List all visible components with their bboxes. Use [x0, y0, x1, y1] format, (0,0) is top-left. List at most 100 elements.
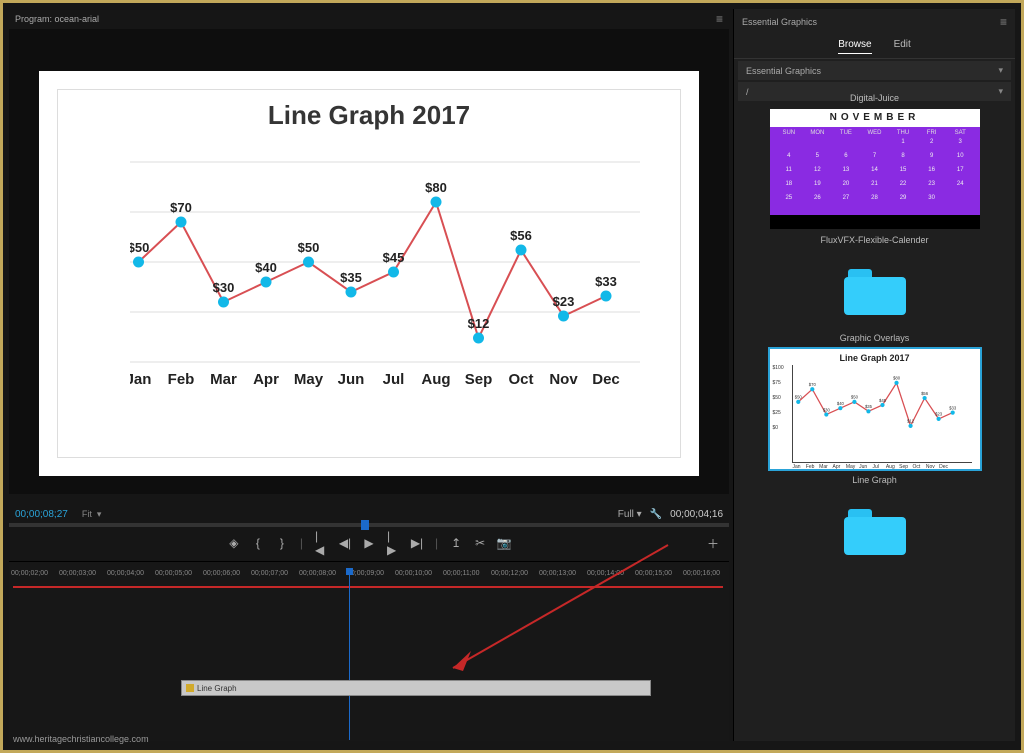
svg-text:$30: $30 — [213, 280, 235, 295]
ruler-tick: 00;00;13;00 — [537, 570, 585, 584]
program-panel-title: Program: ocean-arial — [15, 14, 99, 24]
svg-text:$50: $50 — [794, 395, 802, 400]
svg-text:$33: $33 — [595, 274, 617, 289]
ruler-tick: 00;00;04;00 — [105, 570, 153, 584]
go-to-in-icon[interactable]: |◀ — [315, 537, 327, 549]
program-panel-header: Program: ocean-arial ≡ — [9, 9, 729, 29]
svg-text:$12: $12 — [468, 316, 490, 331]
svg-text:$40: $40 — [836, 401, 844, 406]
folder-icon[interactable] — [844, 509, 906, 555]
timecode-left: 00;00;08;27 — [9, 509, 68, 520]
mark-out-icon[interactable]: } — [276, 537, 288, 549]
lift-icon[interactable]: ↥ — [450, 537, 462, 549]
extract-icon[interactable]: ✂ — [474, 537, 486, 549]
timeline-playhead[interactable] — [349, 568, 350, 740]
marker-add-icon[interactable]: ◈ — [228, 537, 240, 549]
fit-dropdown[interactable]: Fit ▾ — [82, 509, 102, 520]
eg-library-dropdown[interactable]: Essential Graphics▾ — [738, 61, 1011, 80]
svg-text:$70: $70 — [808, 382, 816, 387]
eg-panel-title: Essential Graphics — [742, 17, 817, 27]
resolution-dropdown[interactable]: Full ▾ — [618, 509, 642, 520]
clip-label: Line Graph — [197, 684, 237, 693]
chart-title: Line Graph 2017 — [58, 102, 680, 128]
button-editor-icon[interactable]: ＋ — [707, 537, 719, 549]
ruler-tick: 00;00;05;00 — [153, 570, 201, 584]
svg-text:$30: $30 — [822, 407, 830, 412]
timeline-clip[interactable]: Line Graph — [181, 680, 651, 696]
ruler-tick: 00;00;16;00 — [681, 570, 729, 584]
folder-icon[interactable] — [844, 269, 906, 315]
ruler-tick: 00;00;15;00 — [633, 570, 681, 584]
timeline-ruler[interactable]: 00;00;02;0000;00;03;0000;00;04;0000;00;0… — [9, 570, 729, 584]
svg-text:$33: $33 — [949, 405, 957, 410]
eg-group-label: Digital-Juice — [744, 93, 1005, 103]
chart-frame: Line Graph 2017 $0$25$50$75$100 JanFebMa… — [57, 89, 681, 458]
eg-tabs: Browse Edit — [734, 35, 1015, 59]
svg-text:Jul: Jul — [383, 371, 405, 388]
program-scrubber[interactable] — [9, 523, 729, 527]
watermark-text: www.heritagechristiancollege.com — [13, 734, 149, 744]
ruler-tick: 00;00;12;00 — [489, 570, 537, 584]
svg-text:Aug: Aug — [421, 371, 450, 388]
svg-text:$80: $80 — [425, 180, 447, 195]
eg-template-caption: FluxVFX-Flexible-Calender — [744, 235, 1005, 245]
eg-panel-header: Essential Graphics ≡ — [734, 9, 1015, 35]
svg-text:$80: $80 — [893, 376, 901, 381]
line-chart: $0$25$50$75$100 JanFebMarAprMayJunJulAug… — [130, 152, 650, 402]
ruler-tick: 00;00;08;00 — [297, 570, 345, 584]
svg-text:Apr: Apr — [253, 371, 279, 388]
panel-menu-icon[interactable]: ≡ — [1000, 15, 1007, 29]
svg-text:$23: $23 — [935, 412, 943, 417]
timecode-right: 00;00;04;16 — [670, 509, 723, 520]
svg-text:$35: $35 — [864, 404, 872, 409]
svg-text:$56: $56 — [510, 228, 532, 243]
svg-text:Nov: Nov — [549, 371, 578, 388]
svg-text:Sep: Sep — [465, 371, 493, 388]
eg-template-caption: Line Graph — [744, 475, 1005, 485]
svg-text:Feb: Feb — [168, 371, 195, 388]
app-root: Program: ocean-arial ≡ Line Graph 2017 $… — [0, 0, 1024, 753]
scrubber-playhead-icon[interactable] — [361, 520, 369, 530]
timeline-work-area[interactable] — [13, 586, 723, 588]
svg-text:$70: $70 — [170, 200, 192, 215]
svg-text:$35: $35 — [340, 270, 362, 285]
svg-text:Oct: Oct — [508, 371, 533, 388]
svg-text:$50: $50 — [130, 240, 149, 255]
svg-text:Mar: Mar — [210, 371, 237, 388]
timeline-panel: 00;00;02;0000;00;03;0000;00;04;0000;00;0… — [9, 561, 729, 741]
play-icon[interactable]: ▶ — [363, 537, 375, 549]
eg-template-calendar[interactable]: NOVEMBERSUNMONTUEWEDTHUFRISAT12345678910… — [770, 109, 980, 229]
step-back-icon[interactable]: ◀| — [339, 537, 351, 549]
export-frame-icon[interactable]: 📷 — [498, 537, 510, 549]
svg-text:Jun: Jun — [338, 371, 365, 388]
tab-edit[interactable]: Edit — [894, 39, 911, 54]
transport-controls: ◈ { } | |◀ ◀| ▶ |▶ ▶| | ↥ ✂ 📷 ＋ — [9, 531, 729, 555]
ruler-tick: 00;00;07;00 — [249, 570, 297, 584]
svg-text:Jan: Jan — [130, 371, 151, 388]
program-monitor: Line Graph 2017 $0$25$50$75$100 JanFebMa… — [9, 29, 729, 494]
svg-text:$45: $45 — [383, 250, 405, 265]
ruler-tick: 00;00;14;00 — [585, 570, 633, 584]
ruler-tick: 00;00;11;00 — [441, 570, 489, 584]
go-to-out-icon[interactable]: ▶| — [411, 537, 423, 549]
svg-text:$40: $40 — [255, 260, 277, 275]
svg-text:$56: $56 — [921, 391, 929, 396]
ruler-tick: 00;00;06;00 — [201, 570, 249, 584]
svg-text:Dec: Dec — [592, 371, 620, 388]
essential-graphics-panel: Essential Graphics ≡ Browse Edit Essenti… — [733, 9, 1015, 741]
program-canvas: Line Graph 2017 $0$25$50$75$100 JanFebMa… — [39, 71, 699, 476]
svg-text:May: May — [294, 371, 324, 388]
panel-menu-icon[interactable]: ≡ — [716, 12, 723, 26]
svg-text:$45: $45 — [878, 398, 886, 403]
tab-browse[interactable]: Browse — [838, 39, 871, 54]
eg-template-linegraph[interactable]: Line Graph 2017$50$70$30$40$50$35$45$80$… — [770, 349, 980, 469]
step-forward-icon[interactable]: |▶ — [387, 537, 399, 549]
svg-text:$50: $50 — [298, 240, 320, 255]
ruler-tick: 00;00;02;00 — [9, 570, 57, 584]
ruler-tick: 00;00;03;00 — [57, 570, 105, 584]
svg-text:$23: $23 — [553, 294, 575, 309]
eg-group-label: Graphic Overlays — [744, 333, 1005, 343]
wrench-icon[interactable]: 🔧 — [650, 509, 662, 520]
svg-text:$12: $12 — [907, 419, 915, 424]
mark-in-icon[interactable]: { — [252, 537, 264, 549]
